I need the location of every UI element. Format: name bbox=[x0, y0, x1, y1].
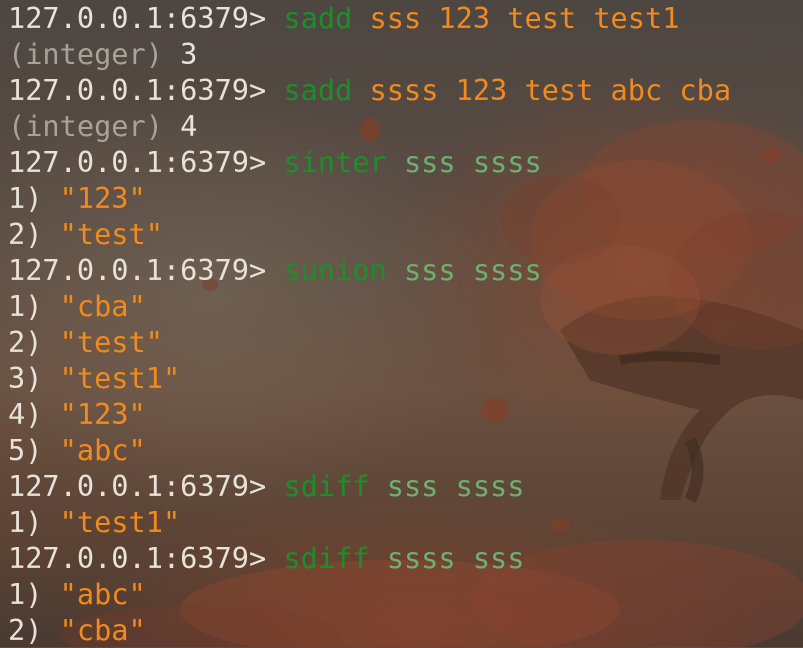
reply-item: 2) "test" bbox=[8, 324, 803, 360]
integer-value: 3 bbox=[180, 37, 198, 71]
item-value: "abc" bbox=[59, 433, 146, 467]
command-name: sadd bbox=[283, 73, 353, 107]
item-index: 5) bbox=[8, 433, 43, 467]
command-name: sdiff bbox=[283, 469, 370, 503]
prompt: 127.0.0.1:6379> bbox=[8, 469, 267, 503]
command-name: sadd bbox=[283, 1, 353, 35]
integer-reply: (integer) 3 bbox=[8, 36, 803, 72]
item-value: "123" bbox=[59, 397, 146, 431]
integer-reply: (integer) 4 bbox=[8, 108, 803, 144]
command-line: 127.0.0.1:6379> sdiff ssss sss bbox=[8, 540, 803, 576]
command-name: sdiff bbox=[283, 541, 370, 575]
prompt: 127.0.0.1:6379> bbox=[8, 541, 267, 575]
item-value: "123" bbox=[59, 181, 146, 215]
prompt: 127.0.0.1:6379> bbox=[8, 145, 267, 179]
command-line: 127.0.0.1:6379> sadd ssss 123 test abc c… bbox=[8, 72, 803, 108]
prompt: 127.0.0.1:6379> bbox=[8, 253, 267, 287]
terminal-output[interactable]: 127.0.0.1:6379> sadd sss 123 test test1 … bbox=[0, 0, 803, 647]
item-index: 4) bbox=[8, 397, 43, 431]
reply-item: 1) "abc" bbox=[8, 576, 803, 612]
item-index: 1) bbox=[8, 505, 43, 539]
reply-item: 2) "cba" bbox=[8, 612, 803, 648]
item-value: "test1" bbox=[59, 361, 181, 395]
command-args: ssss sss bbox=[386, 541, 525, 575]
command-line: 127.0.0.1:6379> sadd sss 123 test test1 bbox=[8, 0, 803, 36]
reply-item: 5) "abc" bbox=[8, 432, 803, 468]
item-value: "cba" bbox=[59, 613, 146, 647]
command-name: sunion bbox=[283, 253, 387, 287]
integer-value: 4 bbox=[180, 109, 198, 143]
command-line: 127.0.0.1:6379> sdiff sss ssss bbox=[8, 468, 803, 504]
command-args: sss 123 test test1 bbox=[369, 1, 680, 35]
item-index: 2) bbox=[8, 217, 43, 251]
reply-item: 3) "test1" bbox=[8, 360, 803, 396]
reply-item: 2) "test" bbox=[8, 216, 803, 252]
prompt: 127.0.0.1:6379> bbox=[8, 73, 267, 107]
command-args: ssss 123 test abc cba bbox=[369, 73, 732, 107]
item-value: "test" bbox=[59, 325, 163, 359]
item-index: 1) bbox=[8, 577, 43, 611]
item-value: "cba" bbox=[59, 289, 146, 323]
command-args: sss ssss bbox=[403, 145, 542, 179]
reply-item: 4) "123" bbox=[8, 396, 803, 432]
item-value: "test1" bbox=[59, 505, 181, 539]
item-value: "test" bbox=[59, 217, 163, 251]
command-line: 127.0.0.1:6379> sunion sss ssss bbox=[8, 252, 803, 288]
command-args: sss ssss bbox=[386, 469, 525, 503]
prompt: 127.0.0.1:6379> bbox=[8, 1, 267, 35]
item-index: 2) bbox=[8, 613, 43, 647]
item-index: 2) bbox=[8, 325, 43, 359]
integer-label: (integer) bbox=[8, 109, 163, 143]
command-name: sinter bbox=[283, 145, 387, 179]
reply-item: 1) "test1" bbox=[8, 504, 803, 540]
reply-item: 1) "123" bbox=[8, 180, 803, 216]
integer-label: (integer) bbox=[8, 37, 163, 71]
reply-item: 1) "cba" bbox=[8, 288, 803, 324]
command-args: sss ssss bbox=[403, 253, 542, 287]
command-line: 127.0.0.1:6379> sinter sss ssss bbox=[8, 144, 803, 180]
item-index: 1) bbox=[8, 289, 43, 323]
item-index: 3) bbox=[8, 361, 43, 395]
item-value: "abc" bbox=[59, 577, 146, 611]
item-index: 1) bbox=[8, 181, 43, 215]
